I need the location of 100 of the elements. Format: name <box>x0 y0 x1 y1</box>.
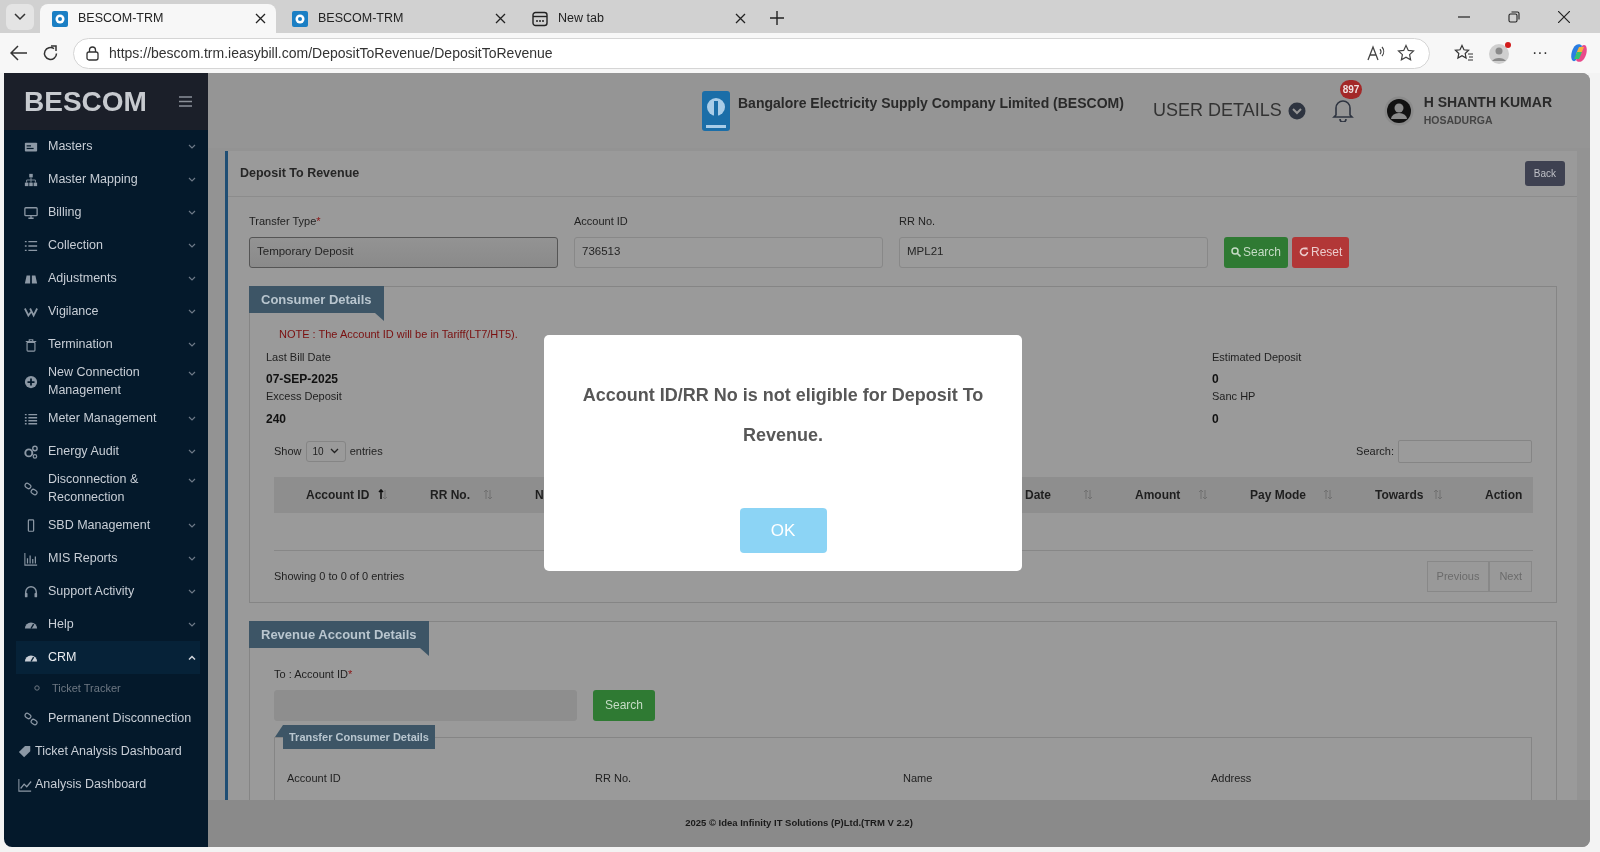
copilot-icon[interactable] <box>1568 42 1590 64</box>
page-length-select[interactable]: 10 <box>305 440 346 462</box>
column-header: Name <box>903 770 934 786</box>
sidebar-item[interactable]: Vigilance <box>4 295 208 328</box>
sidebar-item[interactable]: Support Activity <box>4 575 208 608</box>
back-button[interactable]: Back <box>1524 161 1565 186</box>
chevron-circle-icon <box>1287 101 1306 120</box>
new-tab-page-icon <box>532 10 548 27</box>
user-location: HOSADURGA <box>1423 113 1494 129</box>
detail-value: 240 <box>266 410 287 428</box>
detail-label: Estimated Deposit <box>1212 349 1302 365</box>
notification-count: 897 <box>1339 79 1363 99</box>
user-details-menu[interactable]: USER DETAILS <box>1152 97 1306 124</box>
refresh-icon <box>1299 247 1310 257</box>
restore-icon[interactable] <box>1508 11 1520 23</box>
sidebar-item[interactable]: Disconnection & Reconnection <box>4 468 208 509</box>
detail-value: 07-SEP-2025 <box>266 371 339 388</box>
browser-tab[interactable]: New tab <box>520 4 756 33</box>
close-icon[interactable] <box>495 13 506 24</box>
plus-circle-icon <box>24 374 38 389</box>
column-header[interactable]: Account ID <box>274 476 398 513</box>
browser-tab[interactable]: BESCOM-TRM <box>40 4 276 33</box>
sidebar-item[interactable]: Help <box>4 608 208 641</box>
sidebar-item[interactable]: Masters <box>4 130 208 163</box>
link-icon <box>24 711 38 726</box>
address-bar[interactable]: https://bescom.trm.ieasybill.com/DepositToRevenue/DepositToRevenue <box>73 37 1430 69</box>
more-menu-button[interactable]: ··· <box>1532 41 1548 65</box>
detail-value: 0 <box>1212 410 1219 428</box>
sidebar-item[interactable]: SBD Management <box>4 509 208 542</box>
input-field[interactable]: MPL21 <box>899 236 1208 268</box>
sidebar-subitem[interactable]: Ticket Tracker <box>4 674 208 702</box>
browser-tab[interactable]: BESCOM-TRM <box>280 4 516 33</box>
menu-icon[interactable] <box>179 96 192 107</box>
sidebar-item[interactable]: Adjustments <box>4 262 208 295</box>
field-label: RR No. <box>899 214 937 229</box>
search-button[interactable]: Search <box>593 689 656 721</box>
bell-icon[interactable] <box>1331 97 1354 122</box>
search-label: Search: <box>1356 443 1394 459</box>
profile-avatar-icon[interactable] <box>1488 41 1512 65</box>
section-heading: Consumer Details <box>249 285 384 321</box>
input-field[interactable]: 736513 <box>574 236 883 268</box>
field-label: Transfer Type* <box>249 214 322 229</box>
alert-message: Account ID/RR No is not eligible for Deposit To Revenue. <box>581 384 985 447</box>
sidebar-item[interactable]: Collection <box>4 229 208 262</box>
column-header[interactable]: Action <box>1453 476 1533 513</box>
read-aloud-icon[interactable] <box>1367 45 1387 61</box>
link-icon <box>24 481 38 496</box>
headset-icon <box>24 584 38 599</box>
sidebar-item[interactable]: Permanent Disconnection <box>4 702 208 735</box>
sidebar-item[interactable]: Master Mapping <box>4 163 208 196</box>
favorites-icon[interactable] <box>1454 44 1474 62</box>
sidebar-item[interactable]: Meter Management <box>4 402 208 435</box>
reload-icon[interactable] <box>42 44 59 62</box>
search-button[interactable]: Search <box>1224 236 1289 268</box>
sidebar-item[interactable]: Ticket Analysis Dashboard <box>4 735 208 768</box>
new-tab-icon[interactable] <box>770 11 784 25</box>
sidebar-item[interactable]: Energy Audit <box>4 435 208 468</box>
close-icon[interactable] <box>1558 11 1570 23</box>
column-header: Account ID <box>287 770 342 786</box>
sitemap-icon <box>24 172 38 187</box>
reset-button[interactable]: Reset <box>1292 236 1350 268</box>
field-label: Account ID <box>574 214 629 229</box>
detail-label: Sanc HP <box>1212 389 1256 404</box>
gears-icon <box>24 444 38 459</box>
close-icon[interactable] <box>735 13 746 24</box>
column-header[interactable]: Pay Mode <box>1218 476 1343 513</box>
sidebar-item[interactable]: New Connection Management <box>4 361 208 402</box>
sidebar-item[interactable]: Billing <box>4 196 208 229</box>
dropdown[interactable]: Temporary Deposit <box>249 236 558 268</box>
sidebar-item[interactable]: Analysis Dashboard <box>4 768 208 801</box>
column-header[interactable]: Amount <box>1103 476 1218 513</box>
company-name: Bangalore Electricity Supply Company Limited (BESCOM) <box>738 93 1124 113</box>
column-header[interactable]: Towards <box>1343 476 1453 513</box>
line-chart-icon <box>18 777 32 792</box>
column-header[interactable]: RR No. <box>398 476 503 513</box>
tab-list-button[interactable] <box>6 4 34 30</box>
field-label: To : Account ID* <box>274 667 354 682</box>
list-icon <box>24 411 38 426</box>
search-icon <box>1231 247 1241 257</box>
bar-chart-icon <box>24 551 38 566</box>
subsection-heading: Transfer Consumer Details <box>275 724 435 749</box>
page-title: Deposit To Revenue <box>240 165 360 183</box>
entries-label: entries <box>349 443 383 459</box>
sidebar-item[interactable]: Termination <box>4 328 208 361</box>
close-icon[interactable] <box>255 13 266 24</box>
star-icon[interactable] <box>1397 44 1415 62</box>
detail-label: Excess Deposit <box>266 389 342 404</box>
avatar-icon[interactable] <box>1383 95 1414 126</box>
chevron-down-icon <box>329 448 339 454</box>
tag-icon <box>18 744 32 759</box>
chevron-down-icon <box>14 13 26 21</box>
sidebar-item[interactable]: MIS Reports <box>4 542 208 575</box>
trash-icon <box>24 337 38 352</box>
bullet-icon <box>34 685 40 691</box>
note-text: NOTE : The Account ID will be in Tariff(LT7/HT5). <box>278 327 519 342</box>
table-info: Showing 0 to 0 of 0 entries <box>274 569 405 584</box>
site-logo-icon <box>52 10 68 27</box>
back-icon[interactable] <box>10 45 28 61</box>
lock-icon <box>86 45 99 61</box>
list-icon <box>24 238 38 253</box>
